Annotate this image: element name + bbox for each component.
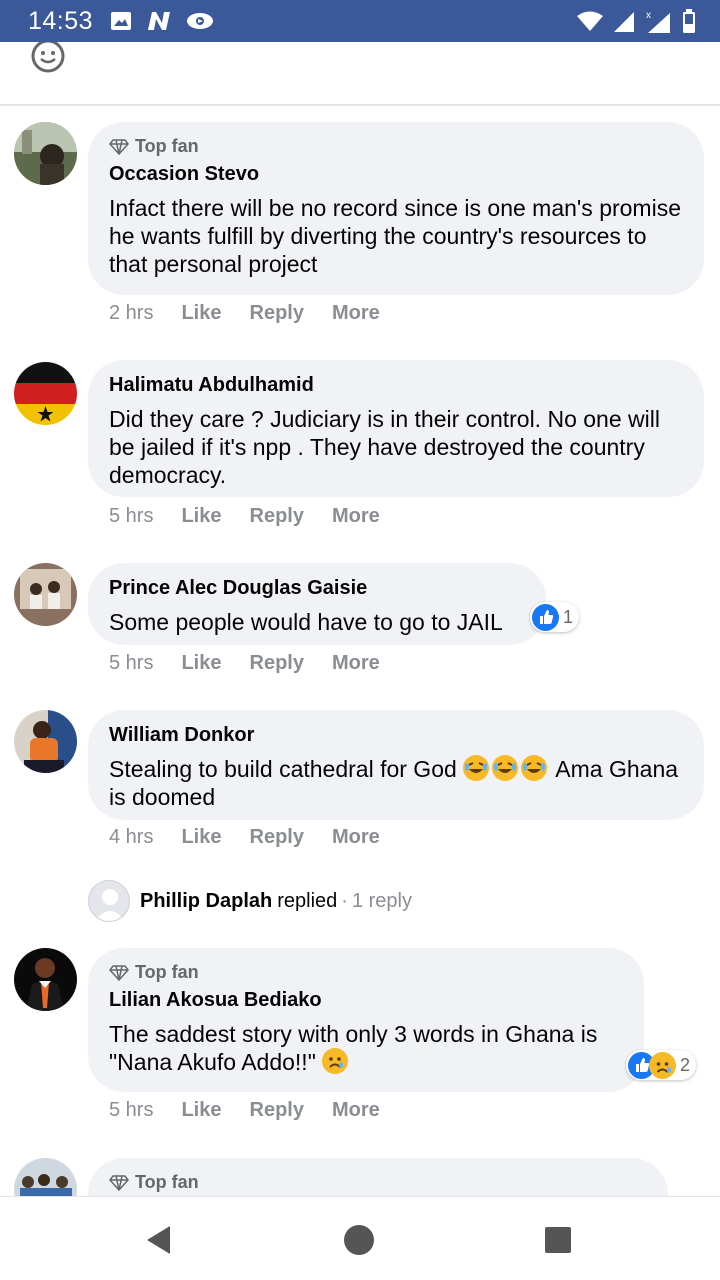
reaction-summary[interactable]: 1	[530, 602, 580, 632]
comment-author[interactable]: Halimatu Abdulhamid	[109, 374, 684, 397]
reply-button[interactable]: Reply	[250, 1099, 304, 1122]
media-icon	[187, 13, 213, 29]
replied-separator: ·	[341, 889, 348, 912]
comment-bubble[interactable]: Top fan Occasion Stevo Infact there will…	[88, 122, 704, 295]
comment-text-part: The saddest story with only 3 words in G…	[109, 1021, 598, 1075]
more-button[interactable]: More	[332, 1099, 380, 1122]
comment-item: Top fan	[0, 1158, 720, 1196]
sad-emoji-icon	[322, 1048, 349, 1074]
like-button[interactable]: Like	[181, 505, 221, 528]
laughing-emoji-icon	[521, 755, 548, 781]
reaction-count: 2	[680, 1054, 691, 1075]
wifi-icon	[577, 11, 603, 31]
comment-author[interactable]: Occasion Stevo	[109, 163, 684, 186]
comment-author[interactable]: Prince Alec Douglas Gaisie	[109, 577, 526, 600]
system-nav-bar	[0, 1196, 720, 1280]
top-fan-badge: Top fan	[109, 962, 624, 983]
comment-bubble[interactable]: Prince Alec Douglas Gaisie Some people w…	[88, 563, 546, 645]
diamond-icon	[109, 138, 129, 155]
replied-label: replied	[277, 889, 338, 912]
like-button[interactable]: Like	[181, 652, 221, 675]
like-button[interactable]: Like	[181, 302, 221, 325]
status-right-icons: x	[576, 8, 696, 34]
badge-label: Top fan	[135, 136, 199, 156]
default-avatar-icon	[88, 880, 130, 922]
avatar[interactable]	[14, 362, 77, 425]
reply-count: 1 reply	[351, 889, 412, 912]
view-replies[interactable]: Phillip Daplah replied · 1 reply	[88, 880, 412, 922]
laughing-emoji-icon	[492, 755, 519, 781]
comment-author[interactable]: William Donkor	[109, 724, 684, 747]
diamond-icon	[109, 1174, 129, 1191]
avatar[interactable]	[14, 710, 77, 773]
comment-author[interactable]: Lilian Akosua Bediako	[109, 989, 624, 1012]
recents-icon[interactable]	[541, 1223, 575, 1257]
comment-text: Did they care ? Judiciary is in their co…	[109, 406, 660, 488]
image-icon	[111, 12, 131, 30]
comment-text: Some people would have to go to JAIL	[109, 609, 503, 635]
replier-name: Phillip Daplah	[140, 889, 273, 912]
laughing-emoji-icon	[463, 755, 490, 781]
comment-time[interactable]: 2 hrs	[109, 302, 153, 325]
comment-actions: 5 hrs Like Reply More	[109, 652, 380, 675]
reply-button[interactable]: Reply	[250, 505, 304, 528]
signal-no-data-icon: x	[646, 10, 670, 33]
comment-bubble[interactable]: Top fan	[88, 1158, 668, 1196]
avatar[interactable]	[14, 122, 77, 185]
avatar[interactable]	[14, 948, 77, 1011]
back-icon[interactable]	[142, 1223, 176, 1257]
more-button[interactable]: More	[332, 505, 380, 528]
comment-bubble[interactable]: Halimatu Abdulhamid Did they care ? Judi…	[88, 360, 704, 497]
emoji-icon[interactable]	[30, 42, 66, 74]
composer-strip	[0, 42, 720, 106]
comment-actions: 2 hrs Like Reply More	[109, 302, 380, 325]
comment-bubble[interactable]: Top fan Lilian Akosua Bediako The saddes…	[88, 948, 644, 1092]
top-fan-badge: Top fan	[109, 136, 684, 157]
home-icon[interactable]	[342, 1223, 376, 1257]
avatar[interactable]	[14, 563, 77, 626]
svg-text:x: x	[646, 10, 651, 21]
like-reaction-icon	[532, 603, 559, 631]
status-time: 14:53	[28, 7, 94, 35]
status-left-icons	[110, 9, 214, 33]
like-button[interactable]: Like	[181, 1099, 221, 1122]
top-fan-badge: Top fan	[109, 1172, 648, 1193]
status-bar: 14:53 x	[0, 0, 720, 42]
comment-text: Stealing to build cathedral for God Ama …	[109, 755, 684, 811]
comment-bubble[interactable]: William Donkor Stealing to build cathedr…	[88, 710, 704, 820]
diamond-icon	[109, 964, 129, 981]
reaction-summary[interactable]: 2	[626, 1050, 697, 1080]
comment-time[interactable]: 4 hrs	[109, 826, 153, 849]
comment-time[interactable]: 5 hrs	[109, 505, 153, 528]
comment-actions: 5 hrs Like Reply More	[109, 1099, 380, 1122]
comment-text: Infact there will be no record since is …	[109, 195, 681, 277]
battery-icon	[683, 9, 695, 33]
comment-time[interactable]: 5 hrs	[109, 1099, 153, 1122]
comment-actions: 5 hrs Like Reply More	[109, 505, 380, 528]
reply-button[interactable]: Reply	[250, 652, 304, 675]
more-button[interactable]: More	[332, 652, 380, 675]
comment-text-part: Stealing to build cathedral for God	[109, 756, 457, 782]
n-notification-icon	[148, 12, 170, 30]
avatar[interactable]	[14, 1158, 77, 1196]
more-button[interactable]: More	[332, 826, 380, 849]
comment-time[interactable]: 5 hrs	[109, 652, 153, 675]
reaction-count: 1	[563, 606, 574, 627]
signal-icon	[614, 12, 634, 32]
comment-text: The saddest story with only 3 words in G…	[109, 1020, 624, 1076]
like-button[interactable]: Like	[181, 826, 221, 849]
badge-label: Top fan	[135, 962, 199, 982]
sad-reaction-icon	[649, 1051, 676, 1079]
badge-label: Top fan	[135, 1172, 199, 1192]
reply-button[interactable]: Reply	[250, 826, 304, 849]
comment-actions: 4 hrs Like Reply More	[109, 826, 380, 849]
reply-button[interactable]: Reply	[250, 302, 304, 325]
more-button[interactable]: More	[332, 302, 380, 325]
